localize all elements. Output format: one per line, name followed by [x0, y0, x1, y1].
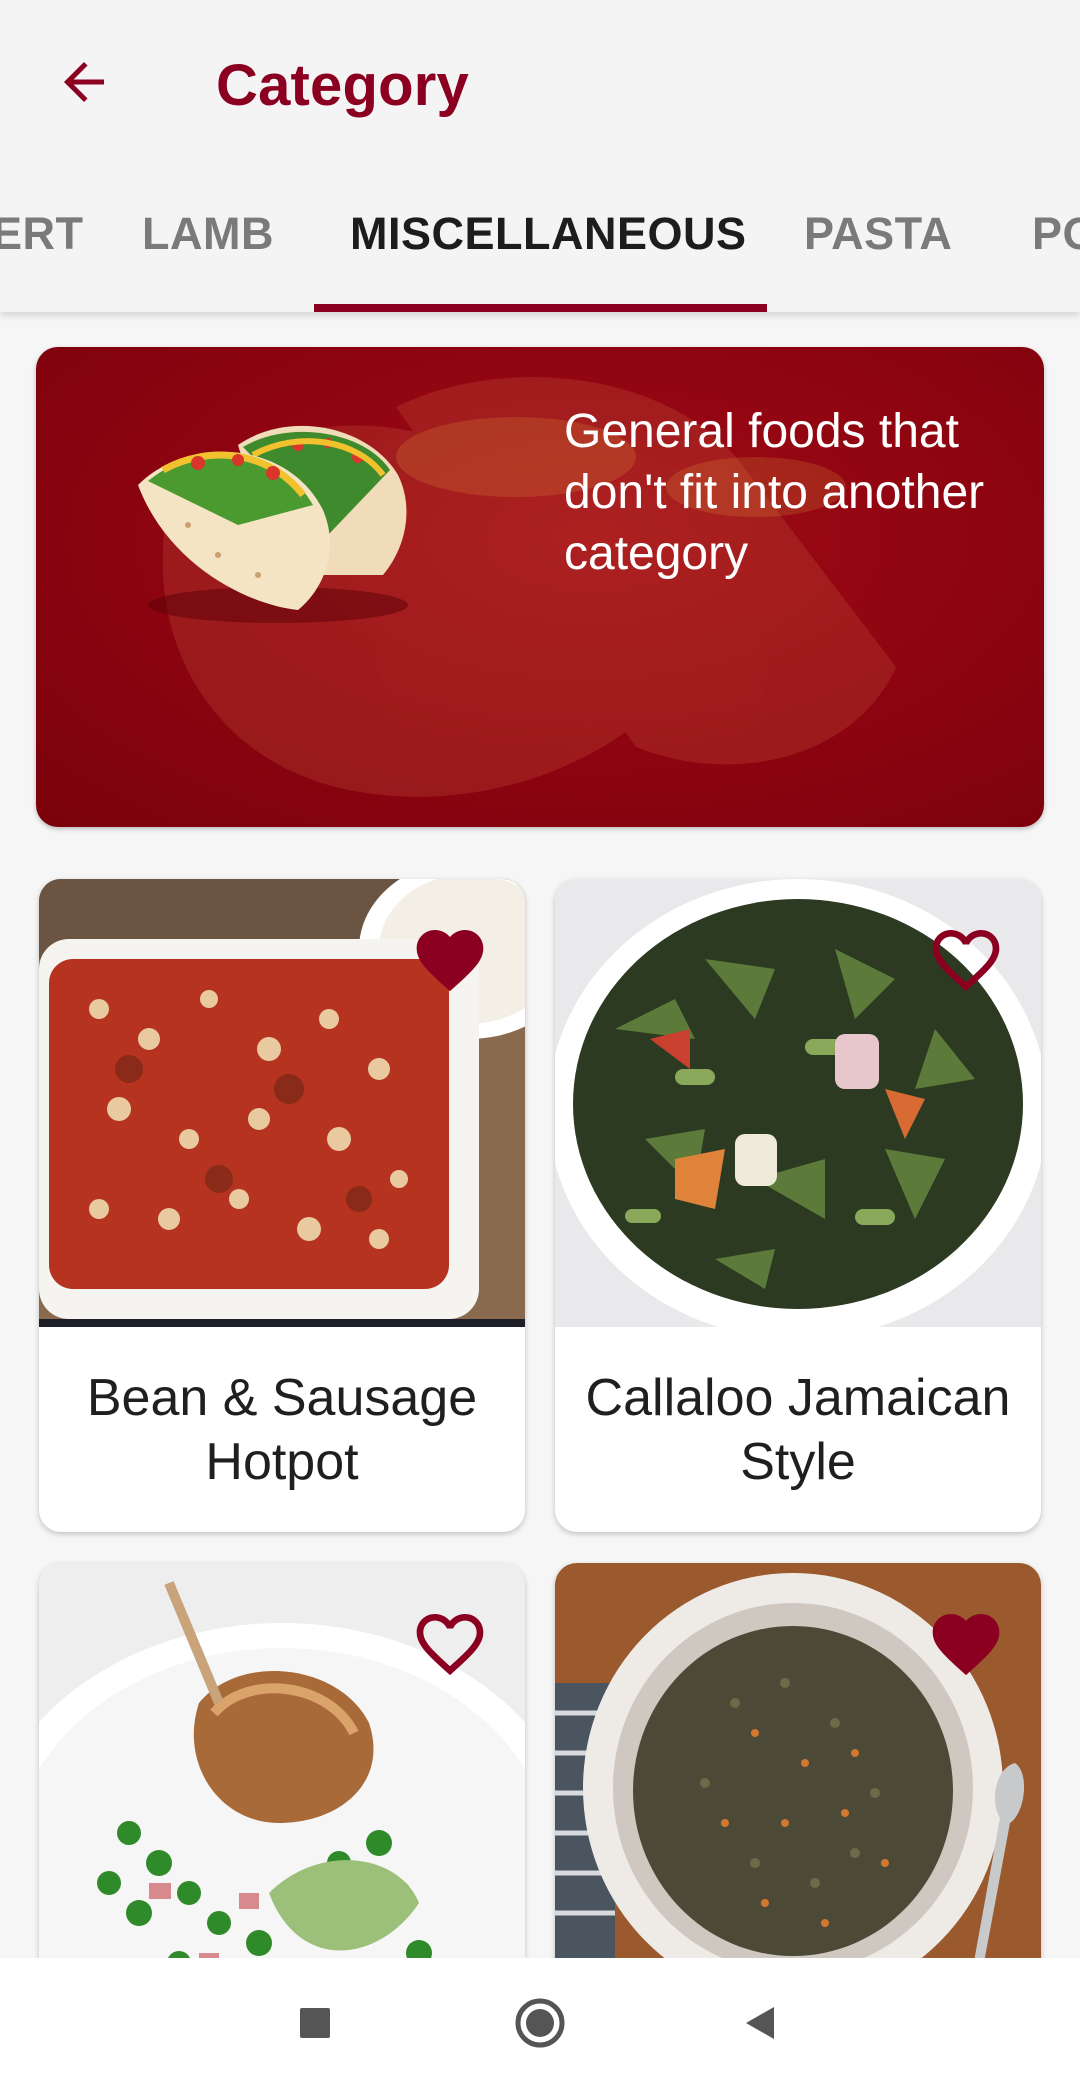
category-description: General foods that don't fit into anothe…: [564, 405, 985, 580]
recipe-title: Bean & Sausage Hotpot: [86, 1368, 478, 1491]
tab-pork[interactable]: PO: [1032, 208, 1080, 312]
tab-miscellaneous[interactable]: MISCELLANEOUS: [350, 208, 747, 312]
arrow-back-icon: [64, 62, 104, 102]
recipe-card[interactable]: [39, 1563, 525, 2023]
system-nav-bar: [0, 1958, 1080, 2087]
recipe-title: Callaloo Jamaican Style: [585, 1368, 1011, 1491]
taco-image: [138, 425, 408, 623]
category-banner: General foods that don't fit into anothe…: [36, 347, 1044, 827]
heart-filled-icon: [932, 1614, 1000, 1676]
category-tabs: ERT LAMB MISCELLANEOUS PASTA PO: [0, 170, 1080, 312]
heart-filled-icon: [416, 930, 484, 992]
favorite-button[interactable]: [921, 1599, 1011, 1689]
triangle-back-icon: [746, 2007, 774, 2039]
circle-icon: [515, 1998, 565, 2048]
page-title: Category: [216, 53, 469, 118]
favorite-button[interactable]: [921, 915, 1011, 1005]
recipe-card[interactable]: Bean & Sausage Hotpot: [39, 879, 525, 1532]
tab-lamb[interactable]: LAMB: [142, 208, 274, 312]
favorite-button[interactable]: [405, 1599, 495, 1689]
recipe-card[interactable]: [555, 1563, 1041, 2023]
heart-outline-icon: [932, 930, 1000, 992]
back-nav-button[interactable]: [715, 1978, 805, 2068]
heart-outline-icon: [416, 1614, 484, 1676]
home-button[interactable]: [495, 1978, 585, 2068]
square-icon: [300, 2008, 330, 2038]
favorite-button[interactable]: [405, 915, 495, 1005]
tab-pasta[interactable]: PASTA: [804, 208, 952, 312]
active-tab-indicator: [314, 304, 767, 312]
back-button[interactable]: [44, 42, 124, 122]
app-bar: Category: [0, 0, 1080, 170]
recents-button[interactable]: [270, 1978, 360, 2068]
tab-dessert[interactable]: ERT: [0, 208, 84, 312]
recipe-card[interactable]: Callaloo Jamaican Style: [555, 879, 1041, 1532]
